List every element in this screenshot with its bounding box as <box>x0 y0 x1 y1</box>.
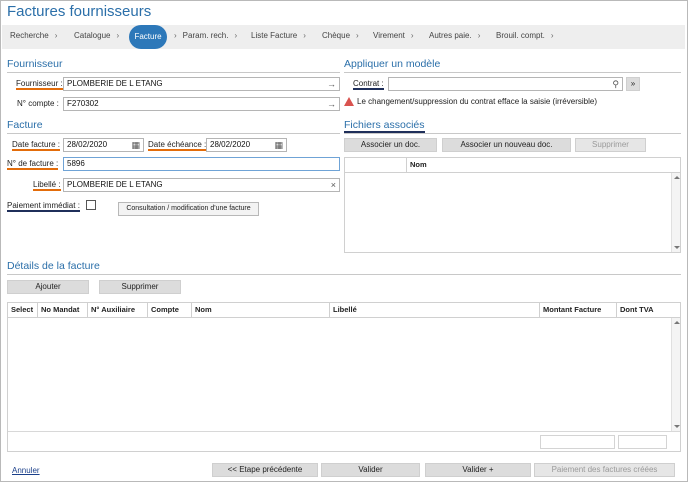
details-supprimer-button[interactable]: Supprimer <box>99 280 181 294</box>
calendar-icon[interactable]: ▦ <box>274 139 283 151</box>
section-facture: Facture <box>7 119 43 131</box>
col-n-auxiliaire: N° Auxiliaire <box>88 303 148 317</box>
valider-button[interactable]: Valider <box>321 463 420 477</box>
step-param-rech[interactable]: › Param. rech. › <box>174 31 237 40</box>
arrow-right-icon[interactable]: → <box>327 78 336 90</box>
fichiers-table: Nom <box>344 157 681 253</box>
section-divider <box>7 133 340 134</box>
contrat-add-button[interactable]: » <box>626 77 640 91</box>
section-fournisseur: Fournisseur <box>7 58 63 70</box>
paiement-immediat-label: Paiement immédiat : <box>7 201 80 212</box>
fichiers-scrollbar[interactable] <box>671 173 680 252</box>
step-brouil-compt[interactable]: Brouil. compt. › <box>496 31 554 40</box>
contrat-input[interactable]: ⚲ <box>388 77 623 91</box>
libelle-label: Libellé : <box>33 180 61 191</box>
section-divider <box>344 133 681 134</box>
chevron-right-icon: › <box>174 31 177 40</box>
annuler-link[interactable]: Annuler <box>12 466 40 475</box>
col-select <box>345 158 407 172</box>
valider-plus-button[interactable]: Valider + <box>425 463 531 477</box>
step-liste-facture[interactable]: Liste Facture › <box>251 31 306 40</box>
total-tva-field <box>618 435 667 449</box>
chevron-right-icon: › <box>234 31 238 40</box>
step-bar: Recherche › Catalogue › Facture › Param. re… <box>2 25 685 49</box>
col-nom: Nom <box>410 160 427 169</box>
chevron-right-icon: › <box>356 31 359 40</box>
col-montant-facture: Montant Facture <box>540 303 617 317</box>
table-header: Nom <box>345 158 680 173</box>
compte-label: N° compte : <box>17 99 59 108</box>
fournisseur-value: PLOMBERIE DE L ETANG <box>67 79 163 88</box>
scroll-up-icon[interactable] <box>674 176 680 179</box>
fichiers-supprimer-button[interactable]: Supprimer <box>575 138 646 152</box>
totals-divider <box>8 431 680 432</box>
paiement-factures-button[interactable]: Paiement des factures créées <box>534 463 675 477</box>
associer-doc-button[interactable]: Associer un doc. <box>344 138 437 152</box>
col-select: Select <box>8 303 38 317</box>
chevron-right-icon: › <box>550 31 554 40</box>
step-virement[interactable]: Virement › <box>373 31 414 40</box>
total-montant-field <box>540 435 615 449</box>
table-header: Select No Mandat N° Auxiliaire Compte No… <box>8 303 680 318</box>
chevron-right-icon: › <box>410 31 414 40</box>
scroll-up-icon[interactable] <box>674 321 680 324</box>
numero-facture-input[interactable]: 5896 <box>63 157 340 171</box>
step-recherche[interactable]: Recherche › <box>10 31 57 40</box>
details-scrollbar[interactable] <box>671 318 680 431</box>
libelle-input[interactable]: PLOMBERIE DE L ETANG × <box>63 178 340 192</box>
date-facture-label: Date facture : <box>12 140 61 151</box>
scroll-down-icon[interactable] <box>674 246 680 249</box>
clear-icon[interactable]: × <box>331 179 336 191</box>
numero-facture-label: N° de facture : <box>7 159 59 170</box>
section-details-facture: Détails de la facture <box>7 260 100 272</box>
fournisseur-label: Fournisseur : <box>16 79 63 90</box>
contrat-warning-text: Le changement/suppression du contrat eff… <box>357 97 597 106</box>
compte-input[interactable]: F270302 → <box>63 97 340 111</box>
section-divider <box>344 72 681 73</box>
section-appliquer-modele: Appliquer un modèle <box>344 58 441 70</box>
page-title: Factures fournisseurs <box>7 3 152 20</box>
chevron-right-icon: › <box>303 31 306 40</box>
chevron-right-icon: › <box>54 31 58 40</box>
date-echeance-input[interactable]: 28/02/2020 ▦ <box>206 138 287 152</box>
consultation-facture-button[interactable]: Consultation / modification d'une factur… <box>118 202 259 216</box>
search-icon[interactable]: ⚲ <box>612 78 619 90</box>
section-fichiers-associes: Fichiers associés <box>344 119 425 133</box>
associer-nouveau-doc-button[interactable]: Associer un nouveau doc. <box>442 138 571 152</box>
step-autres-paie[interactable]: Autres paie. › <box>429 31 480 40</box>
section-divider <box>7 72 340 73</box>
warning-icon <box>344 97 354 106</box>
calendar-icon[interactable]: ▦ <box>131 139 140 151</box>
col-no-mandat: No Mandat <box>38 303 88 317</box>
fournisseur-input[interactable]: PLOMBERIE DE L ETANG → <box>63 77 340 91</box>
col-dont-tva: Dont TVA <box>620 305 654 314</box>
step-cheque[interactable]: Chèque › <box>322 31 359 40</box>
step-catalogue[interactable]: Catalogue › <box>74 31 119 40</box>
date-echeance-label: Date échéance : <box>148 140 207 151</box>
paiement-immediat-checkbox[interactable] <box>86 200 96 210</box>
col-compte: Compte <box>148 303 192 317</box>
col-nom: Nom <box>192 303 330 317</box>
scroll-down-icon[interactable] <box>674 425 680 428</box>
compte-value: F270302 <box>67 99 99 108</box>
section-divider <box>7 274 681 275</box>
col-libelle: Libellé <box>330 303 540 317</box>
step-facture[interactable]: Facture <box>129 25 167 49</box>
ajouter-button[interactable]: Ajouter <box>7 280 89 294</box>
contrat-label: Contrat : <box>353 79 384 90</box>
chevron-right-icon: › <box>116 31 120 40</box>
date-facture-input[interactable]: 28/02/2020 ▦ <box>63 138 144 152</box>
arrow-right-icon[interactable]: → <box>327 98 336 110</box>
etape-precedente-button[interactable]: << Etape précédente <box>212 463 318 477</box>
details-table: Select No Mandat N° Auxiliaire Compte No… <box>7 302 681 452</box>
chevron-right-icon: › <box>477 31 481 40</box>
